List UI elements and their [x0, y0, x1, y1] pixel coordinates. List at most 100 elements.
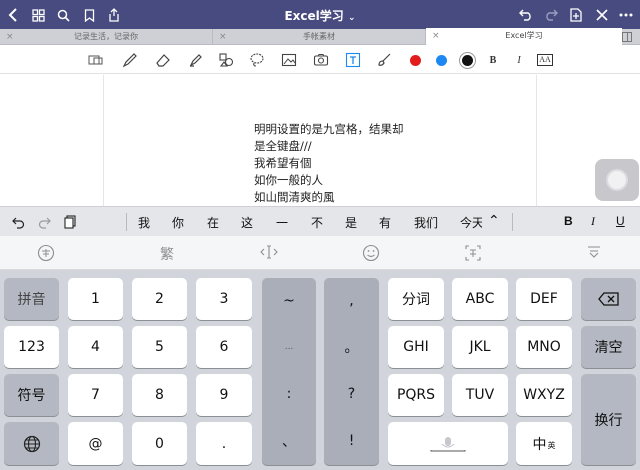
tab-close-icon[interactable]: × [219, 29, 227, 45]
text-format-button[interactable]: AA [535, 50, 555, 70]
key-enum-comma[interactable]: 、 [262, 417, 316, 465]
key-tuv[interactable]: TUV [452, 374, 508, 416]
eraser-icon[interactable] [153, 50, 173, 70]
tab-excel-study[interactable]: × Excel学习 [426, 28, 622, 46]
key-5[interactable]: 5 [132, 326, 187, 368]
symbol-mode-key[interactable]: 符号 [4, 374, 59, 416]
key-at[interactable]: @ [68, 422, 123, 465]
key-dot[interactable]: . [196, 422, 252, 465]
split-view-icon[interactable] [622, 32, 632, 42]
key-3[interactable]: 3 [196, 278, 252, 320]
key-def[interactable]: DEF [516, 278, 572, 320]
candidate-word[interactable]: 今天 [460, 214, 482, 231]
key-pqrs[interactable]: PQRS [388, 374, 444, 416]
emoji-icon[interactable] [359, 244, 383, 266]
add-page-icon[interactable] [566, 5, 586, 25]
key-wxyz[interactable]: WXYZ [516, 374, 572, 416]
text-box-icon[interactable] [343, 50, 363, 70]
italic-format-button[interactable]: I [591, 214, 595, 229]
blue-color-swatch[interactable] [431, 50, 451, 70]
note-line: 明明设置的是九宫格，结果却 [254, 122, 404, 136]
candidate-bar: 我 你 在 这 一 不 是 有 我们 今天 ⌃ B I U [0, 206, 640, 236]
key-8[interactable]: 8 [132, 374, 187, 416]
close-icon[interactable] [592, 5, 612, 25]
drawing-toolbar: B I AA [0, 46, 640, 74]
paint-brush-icon[interactable] [374, 50, 394, 70]
assistive-touch-button[interactable] [595, 159, 639, 201]
undo-icon[interactable] [516, 5, 536, 25]
key-0[interactable]: 0 [132, 422, 187, 465]
key-period[interactable]: 。 [324, 323, 379, 370]
hide-keyboard-icon[interactable] [582, 244, 606, 264]
black-color-swatch[interactable] [457, 50, 477, 70]
camera-icon[interactable] [311, 50, 331, 70]
text-scan-icon[interactable] [461, 244, 485, 266]
more-icon[interactable] [616, 5, 636, 25]
candidate-word[interactable]: 在 [207, 214, 219, 231]
keyboard-redo-icon[interactable] [38, 214, 51, 233]
lasso-icon[interactable] [247, 50, 267, 70]
key-comma[interactable]: , [324, 278, 379, 323]
key-exclamation[interactable]: ! [324, 417, 379, 465]
tab-stickers[interactable]: × 手帐素材 [213, 29, 426, 45]
key-1[interactable]: 1 [68, 278, 123, 320]
candidate-word[interactable]: 一 [276, 214, 288, 231]
candidate-word[interactable]: 你 [172, 214, 184, 231]
key-segment[interactable]: 分词 [388, 278, 444, 320]
candidate-divider [512, 213, 513, 231]
key-tilde[interactable]: ~ [262, 278, 316, 323]
red-color-swatch[interactable] [405, 50, 425, 70]
note-canvas[interactable]: 明明设置的是九宫格，结果却 是全键盘/// 我希望有個 如你一般的人 如山間清爽… [0, 75, 640, 206]
pinyin-mode-key[interactable]: 拼音 [4, 278, 59, 320]
clear-key[interactable]: 清空 [581, 326, 636, 368]
redo-icon[interactable] [541, 5, 561, 25]
candidate-word[interactable]: 有 [379, 214, 391, 231]
key-7[interactable]: 7 [68, 374, 123, 416]
number-mode-key[interactable]: 123 [4, 326, 59, 368]
key-2[interactable]: 2 [132, 278, 187, 320]
clipboard-icon[interactable] [64, 214, 76, 233]
traditional-chinese-toggle[interactable]: 繁 [155, 244, 179, 264]
image-icon[interactable] [279, 50, 299, 70]
lasso-select-icon[interactable] [86, 50, 106, 70]
bold-format-button[interactable]: B [564, 214, 573, 228]
key-abc[interactable]: ABC [452, 278, 508, 320]
note-line: 是全键盘/// [254, 139, 312, 153]
globe-icon [23, 435, 40, 452]
title-bar: Excel学习 ⌄ [0, 0, 640, 29]
candidate-word[interactable]: 这 [241, 214, 253, 231]
bold-button[interactable]: B [483, 50, 503, 70]
tab-record-life[interactable]: × 记录生活，记录你 [0, 29, 213, 45]
tab-close-icon[interactable]: × [6, 29, 14, 45]
language-switch-key[interactable]: 中英 [516, 422, 572, 465]
key-question[interactable]: ? [324, 370, 379, 417]
globe-key[interactable] [4, 422, 59, 465]
candidate-word[interactable]: 我 [138, 214, 150, 231]
candidate-word[interactable]: 不 [311, 214, 323, 231]
pen-icon[interactable] [120, 50, 140, 70]
key-ellipsis[interactable]: ... [262, 323, 316, 370]
highlighter-icon[interactable] [186, 50, 206, 70]
note-text-box[interactable]: 明明设置的是九宫格，结果却 是全键盘/// 我希望有個 如你一般的人 如山間清爽… [254, 121, 404, 206]
italic-button[interactable]: I [509, 50, 529, 70]
key-6[interactable]: 6 [196, 326, 252, 368]
cursor-move-icon[interactable] [257, 244, 281, 264]
key-4[interactable]: 4 [68, 326, 123, 368]
space-key[interactable] [388, 422, 508, 465]
key-ghi[interactable]: GHI [388, 326, 444, 368]
keyboard: 拼音 123 符号 1 2 3 4 5 6 7 8 9 @ 0 . ~ ... … [0, 270, 640, 470]
collapse-candidates-icon[interactable]: ⌃ [488, 213, 500, 229]
ime-logo-icon[interactable] [34, 244, 58, 266]
shapes-icon[interactable] [216, 50, 236, 70]
candidate-word[interactable]: 我们 [414, 214, 438, 231]
key-mno[interactable]: MNO [516, 326, 572, 368]
underline-format-button[interactable]: U [616, 214, 625, 228]
key-colon[interactable]: : [262, 370, 316, 417]
newline-key[interactable]: 换行 [581, 374, 636, 465]
key-9[interactable]: 9 [196, 374, 252, 416]
candidate-word[interactable]: 是 [345, 214, 357, 231]
keyboard-undo-icon[interactable] [12, 214, 25, 233]
tab-close-icon[interactable]: × [432, 28, 440, 44]
delete-key[interactable] [581, 278, 636, 320]
key-jkl[interactable]: JKL [452, 326, 508, 368]
